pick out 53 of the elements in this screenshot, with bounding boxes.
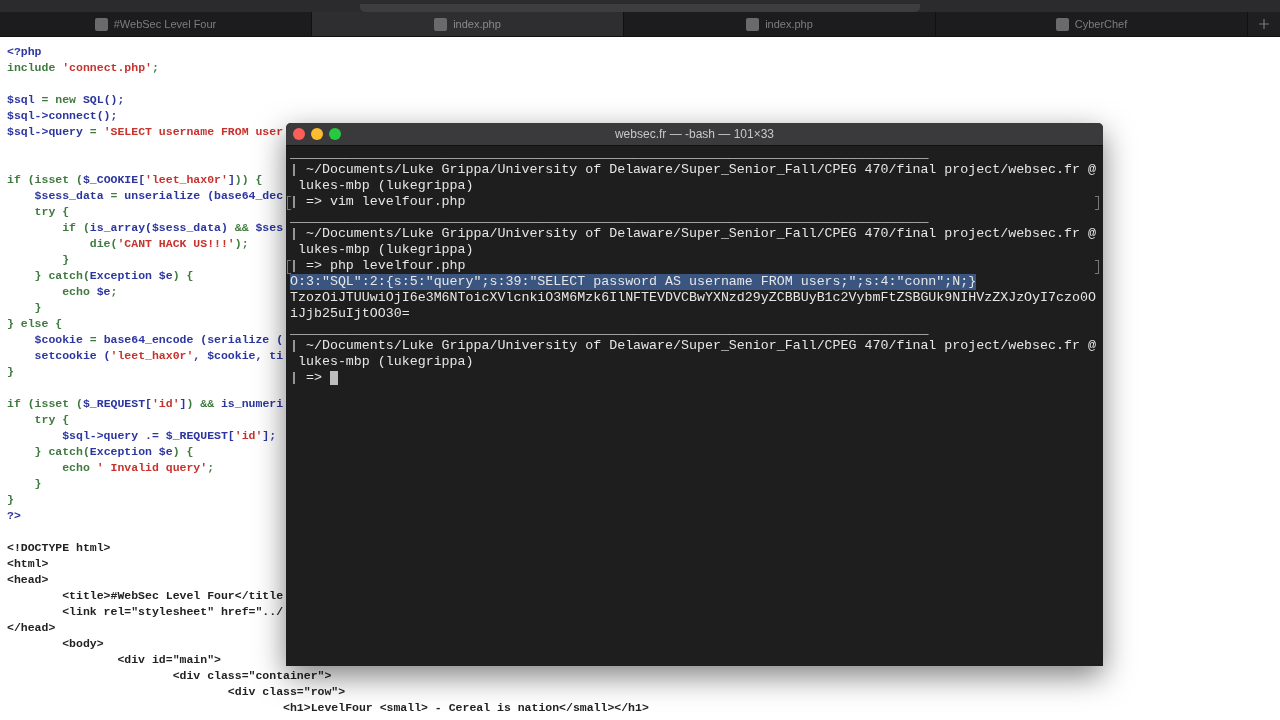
code-line: <html> — [7, 557, 49, 570]
terminal-line: iJjb25uIjtOO30= — [290, 306, 410, 322]
code-line: try { — [33, 413, 70, 426]
code-line: $sql = new SQL(); — [7, 93, 125, 106]
terminal-line: | ~/Documents/Luke Grippa/University of Delaware/Super_Senior_Fall/CPEG 470/final project/websec.fr @ — [290, 226, 1096, 242]
code-line: $sess_data = unserialize (base64_dec — [33, 189, 284, 202]
code-line: $sql->query .= $_REQUEST['id']; — [61, 429, 277, 442]
code-line: <head> — [7, 573, 49, 586]
code-line: <div id="main"> — [116, 653, 221, 666]
code-line: </head> — [7, 621, 56, 634]
code-line: $sql->query = 'SELECT username FROM user — [7, 125, 284, 138]
terminal-line: | ~/Documents/Luke Grippa/University of Delaware/Super_Senior_Fall/CPEG 470/final project/websec.fr @ — [290, 338, 1096, 354]
terminal-line: | => vim levelfour.php — [290, 194, 466, 210]
code-line: } — [7, 493, 14, 506]
terminal-line: | => php levelfour.php — [290, 258, 466, 274]
code-line: } else { — [7, 317, 63, 330]
code-line: } — [33, 477, 42, 490]
code-line: <div class="row"> — [226, 685, 346, 698]
code-line: if (isset ($_COOKIE['leet_hax0r'])) { — [7, 173, 263, 186]
code-line: if (is_array($sess_data) && $ses — [61, 221, 284, 234]
code-line: try { — [33, 205, 70, 218]
terminal-line: ________________________________________________________________________________ — [290, 210, 929, 226]
code-line: $sql->connect(); — [7, 109, 118, 122]
code-line: if (isset ($_REQUEST['id']) && is_numeri — [7, 397, 284, 410]
browser-tab[interactable]: index.php — [312, 12, 624, 36]
terminal-line: lukes-mbp (lukegrippa) — [296, 242, 474, 258]
terminal-line: TzozOiJTUUwiOjI6e3M6NToicXVlcnkiO3M6Mzk6IlNFTEVDVCBwYXNzd29yZCBBUyB1c2VybmFtZSBGUk9NIHVzZXJzOyI7czo0O — [290, 290, 1096, 306]
terminal-line: | => — [290, 370, 323, 386]
code-line: setcookie ('leet_hax0r', $cookie, ti — [33, 349, 284, 362]
code-line: <!DOCTYPE html> — [7, 541, 111, 554]
terminal-line: ________________________________________________________________________________ — [290, 322, 929, 338]
code-line: <body> — [61, 637, 104, 650]
code-line: die('CANT HACK US!!!'); — [88, 237, 249, 250]
terminal-line: lukes-mbp (lukegrippa) — [296, 354, 474, 370]
code-line: <?php — [7, 45, 42, 58]
code-line: $cookie = base64_encode (serialize ( — [33, 333, 284, 346]
code-line: ?> — [7, 509, 21, 522]
code-line: <div class="container"> — [171, 669, 332, 682]
code-line: echo $e; — [61, 285, 118, 298]
window-title: websec.fr — -bash — 101×33 — [614, 127, 775, 141]
terminal-line: | ~/Documents/Luke Grippa/University of Delaware/Super_Senior_Fall/CPEG 470/final project/websec.fr @ — [290, 162, 1096, 178]
code-line: } — [61, 253, 70, 266]
code-line: include 'connect.php'; — [7, 61, 159, 74]
code-line: echo ' Invalid query'; — [61, 461, 215, 474]
code-line: } catch(Exception $e) { — [33, 445, 194, 458]
code-line: } catch(Exception $e) { — [33, 269, 194, 282]
code-line: <title>#WebSec Level Four</title — [61, 589, 284, 602]
terminal-line: ________________________________________________________________________________ — [290, 146, 929, 162]
terminal-line: lukes-mbp (lukegrippa) — [296, 178, 474, 194]
code-line: <link rel="stylesheet" href="../ — [61, 605, 284, 618]
code-line: } — [7, 365, 14, 378]
code-line: <h1>LevelFour <small> - Cereal is nation</small></h1> — [282, 701, 649, 714]
code-line: } — [33, 301, 42, 314]
